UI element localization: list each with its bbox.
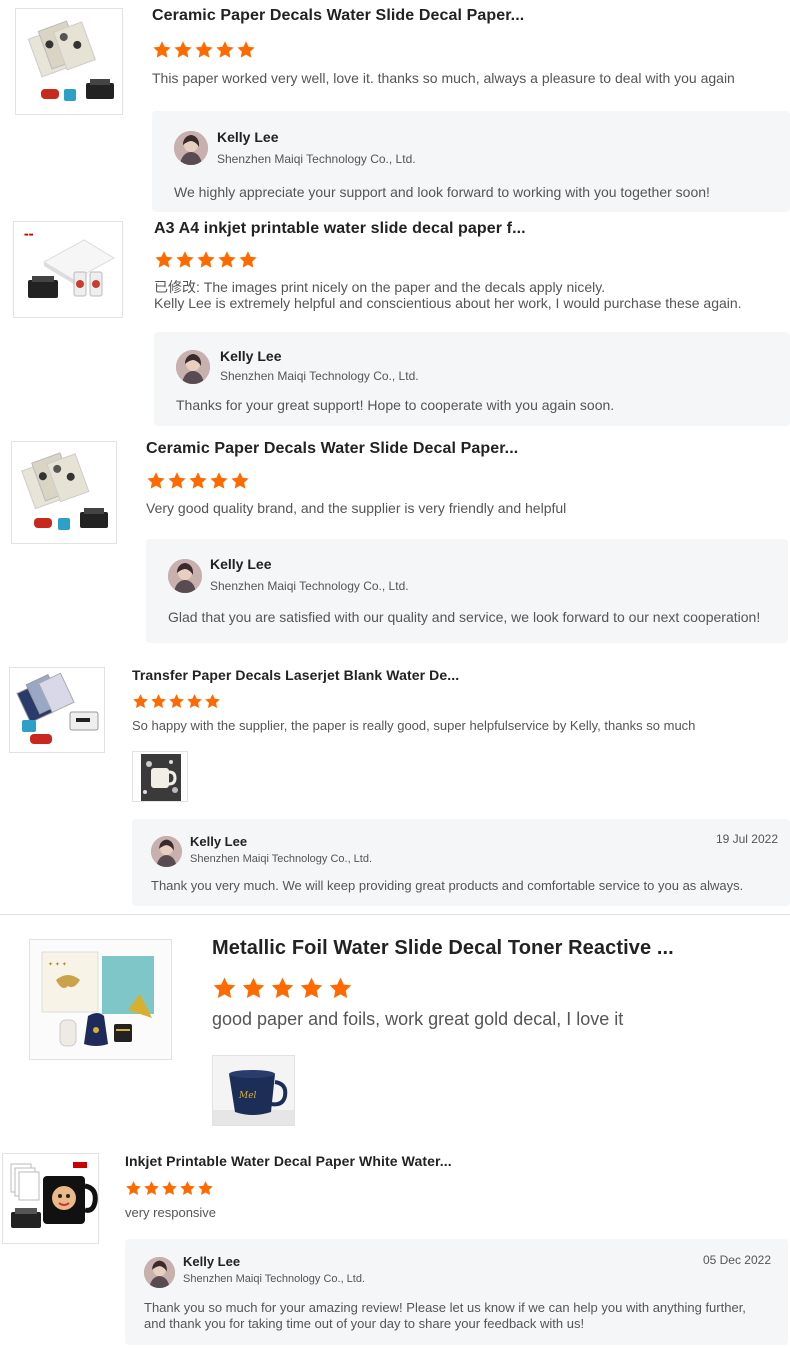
star-icon [204,693,221,710]
product-title[interactable]: A3 A4 inkjet printable water slide decal… [154,220,526,238]
avatar [151,836,182,867]
svg-text:▬▬: ▬▬ [24,232,34,238]
product-thumbnail[interactable] [11,441,117,544]
star-icon [146,471,166,491]
star-icon [212,976,237,1001]
rating-stars [146,471,251,491]
rating-stars [154,250,259,270]
rating-stars [152,40,257,60]
review-text: good paper and foils, work great gold de… [212,1009,624,1029]
star-icon [241,976,266,1001]
review-text: Very good quality brand, and the supplie… [146,500,567,516]
star-icon [150,693,167,710]
review-text: So happy with the supplier, the paper is… [132,718,696,733]
reply-author-name: Kelly Lee [183,1254,241,1269]
reply-author-name: Kelly Lee [190,834,248,849]
star-icon [238,250,258,270]
star-icon [167,471,187,491]
avatar [174,131,208,165]
star-icon [236,40,256,60]
reply-text: and thank you for taking time out of you… [144,1316,585,1331]
reply-author-name: Kelly Lee [210,556,272,572]
product-title[interactable]: Inkjet Printable Water Decal Paper White… [125,1153,452,1169]
product-thumbnail[interactable]: ✦ ✦ ✦ [29,939,172,1060]
star-icon [299,976,324,1001]
star-icon [328,976,353,1001]
review-photo[interactable] [132,751,188,802]
reply-company: Shenzhen Maiqi Technology Co., Ltd. [217,152,416,166]
reply-date: 05 Dec 2022 [702,1253,771,1267]
section-divider [0,914,790,915]
reply-text: We highly appreciate your support and lo… [174,184,710,200]
star-icon [217,250,237,270]
star-icon [186,693,203,710]
star-icon [197,1180,214,1197]
star-icon [270,976,295,1001]
star-icon [152,40,172,60]
star-icon [132,693,149,710]
star-icon [215,40,235,60]
star-icon [168,693,185,710]
star-icon [188,471,208,491]
avatar [168,559,202,593]
review-text: This paper worked very well, love it. th… [152,70,735,86]
supplier-reply: Kelly Lee Shenzhen Maiqi Technology Co.,… [146,539,788,643]
star-icon [143,1180,160,1197]
review-text: very responsive [125,1205,217,1220]
svg-text:✦ ✦ ✦: ✦ ✦ ✦ [48,961,67,968]
product-title[interactable]: Ceramic Paper Decals Water Slide Decal P… [146,440,518,458]
reply-text: Glad that you are satisfied with our qua… [168,609,761,625]
reply-author-name: Kelly Lee [217,129,279,145]
supplier-reply: Kelly Lee Shenzhen Maiqi Technology Co.,… [125,1239,788,1345]
reply-date: 19 Jul 2022 [715,832,778,846]
avatar [144,1257,175,1288]
star-icon [194,40,214,60]
reply-company: Shenzhen Maiqi Technology Co., Ltd. [183,1273,366,1285]
product-thumbnail[interactable] [15,8,123,115]
supplier-reply: Kelly Lee Shenzhen Maiqi Technology Co.,… [152,111,790,212]
product-title[interactable]: Metallic Foil Water Slide Decal Toner Re… [212,937,674,960]
reply-company: Shenzhen Maiqi Technology Co., Ltd. [210,579,409,593]
reply-company: Shenzhen Maiqi Technology Co., Ltd. [190,853,373,865]
product-title[interactable]: Transfer Paper Decals Laserjet Blank Wat… [132,667,459,683]
reply-text: Thanks for your great support! Hope to c… [176,397,615,413]
star-icon [161,1180,178,1197]
product-thumbnail[interactable] [2,1153,99,1244]
rating-stars [125,1180,215,1197]
review-text: Kelly Lee is extremely helpful and consc… [154,295,742,311]
star-icon [125,1180,142,1197]
reply-text: Thank you very much. We will keep provid… [151,878,744,893]
star-icon [154,250,174,270]
reply-company: Shenzhen Maiqi Technology Co., Ltd. [220,369,419,383]
product-thumbnail[interactable] [9,667,105,753]
star-icon [179,1180,196,1197]
avatar [176,350,210,384]
star-icon [196,250,216,270]
review-text: 已修改: The images print nicely on the pape… [154,279,606,295]
star-icon [175,250,195,270]
star-icon [173,40,193,60]
reply-text: Thank you so much for your amazing revie… [144,1300,746,1315]
reply-author-name: Kelly Lee [220,348,282,364]
svg-text:Mel: Mel [238,1091,257,1101]
star-icon [209,471,229,491]
supplier-reply: Kelly Lee Shenzhen Maiqi Technology Co.,… [154,332,790,426]
review-photo[interactable]: Mel [212,1055,295,1126]
rating-stars [132,693,222,710]
product-thumbnail[interactable]: ▬▬ [13,221,123,318]
rating-stars [212,976,357,1001]
star-icon [230,471,250,491]
product-title[interactable]: Ceramic Paper Decals Water Slide Decal P… [152,7,524,25]
supplier-reply: Kelly Lee Shenzhen Maiqi Technology Co.,… [132,819,790,906]
